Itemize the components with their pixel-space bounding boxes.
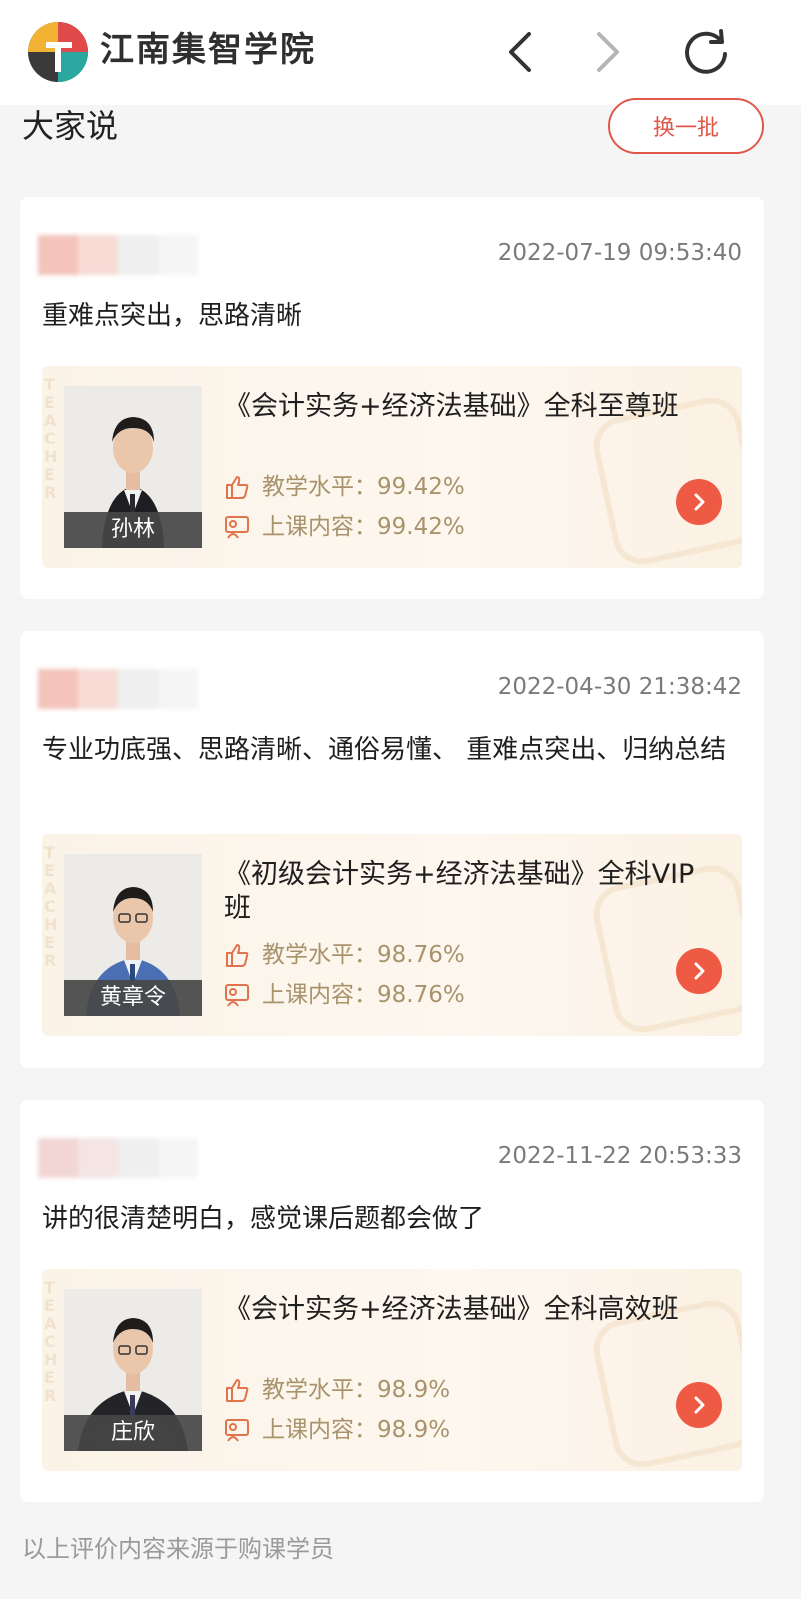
content-rating-stat: 上课内容：98.9% <box>224 1415 450 1445</box>
lecture-icon <box>225 1419 249 1442</box>
teaching-level-text: 教学水平：98.76% <box>262 942 465 968</box>
teacher-watermark: TEACHER <box>44 1278 58 1405</box>
teaching-level-stat: 教学水平：98.76% <box>224 940 465 970</box>
course-title: 《初级会计实务+经济法基础》全科VIP班 <box>224 859 695 924</box>
teaching-level-stat: 教学水平：99.42% <box>224 472 465 502</box>
back-button[interactable] <box>492 24 548 80</box>
arrow-right-icon <box>694 493 705 511</box>
review-card: 2022-04-30 21:38:42 专业功底强、思路清晰、通俗易懂、 重难点… <box>20 631 764 1068</box>
forward-button[interactable] <box>580 24 636 80</box>
teaching-level-text: 教学水平：98.9% <box>262 1377 451 1403</box>
course-title: 《会计实务+经济法基础》全科高效班 <box>224 1294 679 1325</box>
arrow-right-icon <box>694 1396 705 1414</box>
course-card[interactable]: TEACHER 庄欣 《会计实务+经济法基础》全科高效班 教学水平：98.9% <box>42 1269 742 1471</box>
chevron-left-icon <box>509 32 531 72</box>
teacher-photo: 孙林 <box>64 386 202 548</box>
teacher-photo: 庄欣 <box>64 1289 202 1451</box>
course-card[interactable]: TEACHER 孙林 《会计实务+经济法基础》全科至尊班 教学水平：99.42% <box>42 366 742 568</box>
chevron-right-icon <box>597 32 619 72</box>
logo-icon <box>28 22 88 82</box>
teacher-name: 黄章令 <box>64 980 202 1016</box>
teacher-photo: 黄章令 <box>64 854 202 1016</box>
teacher-watermark: TEACHER <box>44 843 58 970</box>
lecture-icon <box>225 984 249 1007</box>
review-card: 2022-11-22 20:53:33 讲的很清楚明白，感觉课后题都会做了 TE… <box>20 1100 764 1502</box>
content-rating-text: 上课内容：98.76% <box>262 982 465 1008</box>
blurred-user-avatar <box>38 669 198 709</box>
teacher-watermark: TEACHER <box>44 375 58 502</box>
review-card: 2022-07-19 09:53:40 重难点突出，思路清晰 TEACHER 孙… <box>20 197 764 599</box>
review-comment: 专业功底强、思路清晰、通俗易懂、 重难点突出、归纳总结 <box>42 735 727 765</box>
refresh-page-button[interactable] <box>678 24 734 80</box>
review-comment: 重难点突出，思路清晰 <box>42 301 303 331</box>
footer-note: 以上评价内容来源于购课学员 <box>22 1535 334 1563</box>
course-go-button[interactable] <box>676 948 722 994</box>
teaching-level-text: 教学水平：99.42% <box>262 474 465 500</box>
top-bar: 江南集智学院 <box>0 0 801 105</box>
content-rating-text: 上课内容：98.9% <box>262 1417 451 1443</box>
refresh-batch-button[interactable]: 换一批 <box>608 98 764 154</box>
review-timestamp: 2022-11-22 20:53:33 <box>497 1143 742 1169</box>
review-timestamp: 2022-04-30 21:38:42 <box>497 674 742 700</box>
course-go-button[interactable] <box>676 479 722 525</box>
review-comment: 讲的很清楚明白，感觉课后题都会做了 <box>42 1204 485 1234</box>
thumbs-up-icon <box>226 1379 249 1402</box>
teaching-level-stat: 教学水平：98.9% <box>224 1375 450 1405</box>
review-timestamp: 2022-07-19 09:53:40 <box>497 240 742 266</box>
teacher-name: 孙林 <box>64 512 202 548</box>
arrow-right-icon <box>694 962 705 980</box>
refresh-icon <box>685 29 727 74</box>
course-card[interactable]: TEACHER 黄章令 《初级会计实务+经济法基础》全科VIP班 教学水平：98… <box>42 834 742 1036</box>
brand-name: 江南集智学院 <box>100 30 316 70</box>
teacher-name: 庄欣 <box>64 1415 202 1451</box>
course-go-button[interactable] <box>676 1382 722 1428</box>
section-title: 大家说 <box>22 107 119 145</box>
content-rating-text: 上课内容：99.42% <box>262 514 465 540</box>
thumbs-up-icon <box>226 944 249 967</box>
course-title: 《会计实务+经济法基础》全科至尊班 <box>224 391 679 422</box>
content-rating-stat: 上课内容：99.42% <box>224 512 465 542</box>
content-rating-stat: 上课内容：98.76% <box>224 980 465 1010</box>
blurred-user-avatar <box>38 1138 198 1178</box>
thumbs-up-icon <box>226 476 249 499</box>
lecture-icon <box>225 516 249 539</box>
blurred-user-avatar <box>38 235 198 275</box>
